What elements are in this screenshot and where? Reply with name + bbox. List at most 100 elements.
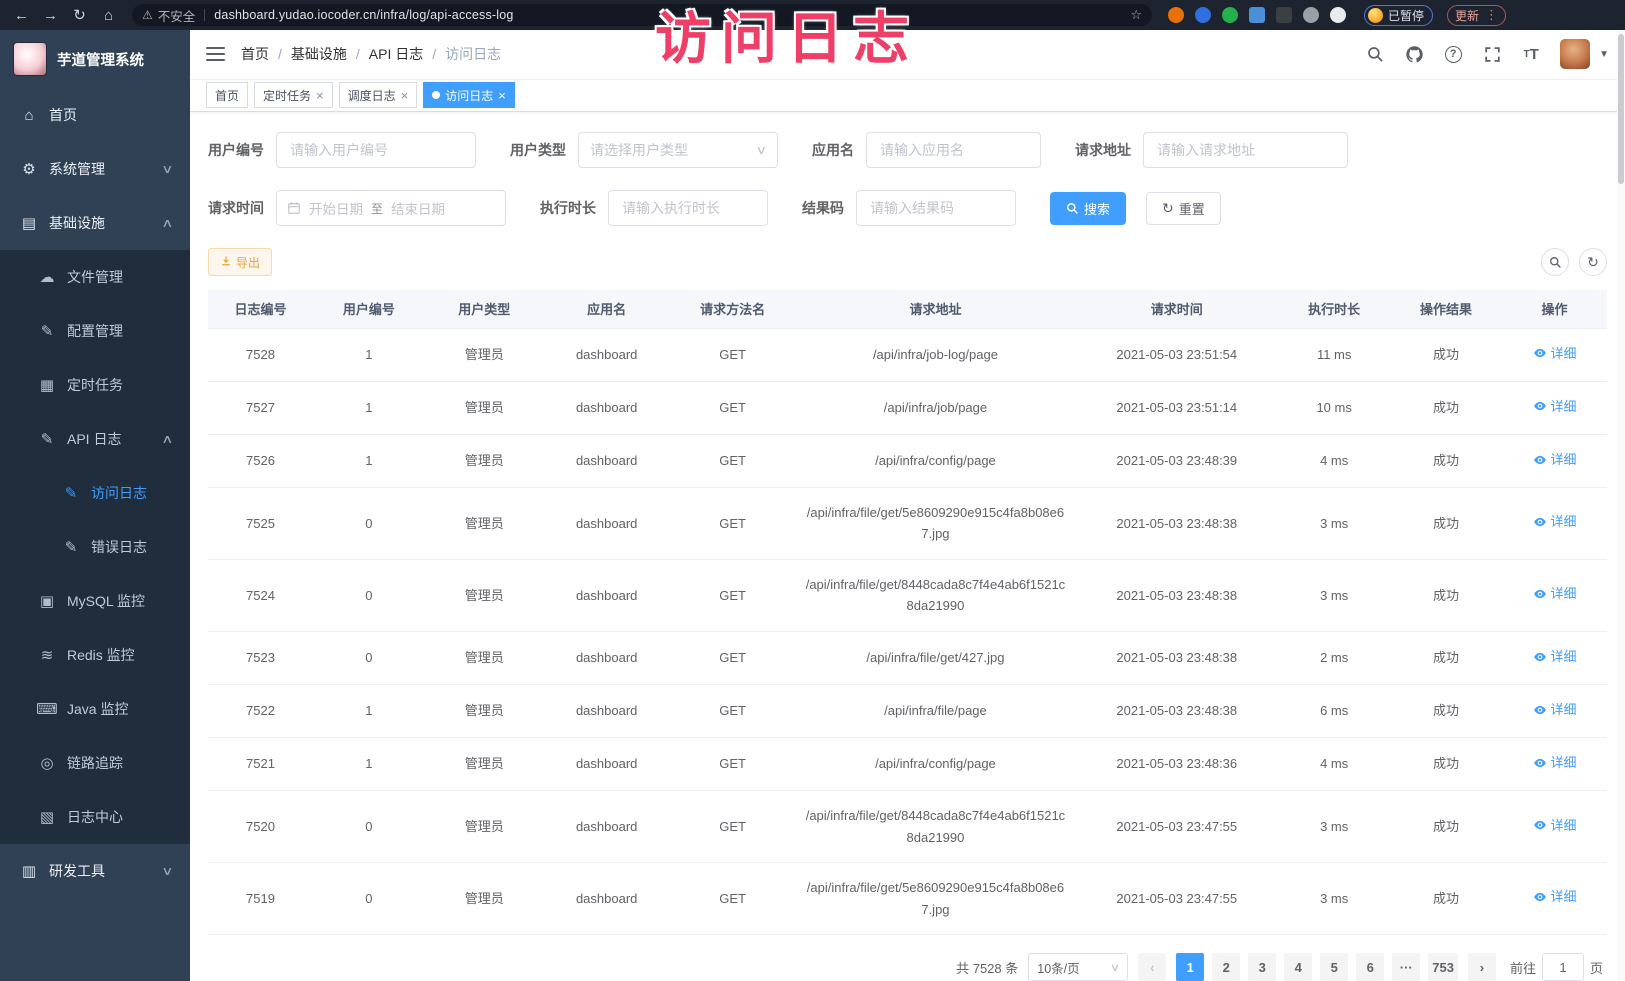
sidebar-item-trace[interactable]: ◎链路追踪 <box>0 736 190 790</box>
user-type-select[interactable]: 请选择用户类型 ∨ <box>578 132 778 168</box>
tag-job-log[interactable]: 调度日志× <box>339 82 418 108</box>
address-bar[interactable]: ⚠ 不安全 dashboard.yudao.iocoder.cn/infra/l… <box>132 4 1152 26</box>
close-icon[interactable]: × <box>498 89 506 102</box>
sidebar-item-file[interactable]: ☁文件管理 <box>0 250 190 304</box>
detail-link[interactable]: 详细 <box>1533 815 1577 836</box>
sidebar-item-java[interactable]: ⌨Java 监控 <box>0 682 190 736</box>
cell-user-type: 管理员 <box>425 684 544 737</box>
detail-link[interactable]: 详细 <box>1533 583 1577 604</box>
tag-job[interactable]: 定时任务× <box>254 82 333 108</box>
detail-link[interactable]: 详细 <box>1533 396 1577 417</box>
page-button-3[interactable]: 3 <box>1248 953 1276 981</box>
page-button-1[interactable]: 1 <box>1176 953 1204 981</box>
reset-button[interactable]: ↻ 重置 <box>1146 192 1221 225</box>
page-ellipsis[interactable]: ··· <box>1392 953 1420 981</box>
github-icon[interactable] <box>1404 44 1424 64</box>
orange-extension-icon[interactable] <box>1168 7 1184 23</box>
cell-log-id: 7521 <box>208 738 313 791</box>
cell-method: GET <box>670 381 796 434</box>
app-name-input[interactable] <box>866 132 1041 168</box>
detail-link[interactable]: 详细 <box>1533 886 1577 907</box>
back-icon[interactable]: ← <box>8 7 35 24</box>
breadcrumb-api-log[interactable]: API 日志 <box>369 44 423 64</box>
export-button[interactable]: 导出 <box>208 248 272 276</box>
page-button-753[interactable]: 753 <box>1428 953 1458 981</box>
breadcrumb-infra[interactable]: 基础设施 <box>291 44 347 64</box>
detail-link[interactable]: 详细 <box>1533 699 1577 720</box>
blue-grid-extension-icon[interactable] <box>1249 7 1265 23</box>
detail-link[interactable]: 详细 <box>1533 343 1577 364</box>
sidebar-item-log-center[interactable]: ▧日志中心 <box>0 790 190 844</box>
sidebar-item-mysql[interactable]: ▣MySQL 监控 <box>0 574 190 628</box>
tag-access-log[interactable]: 访问日志× <box>423 82 515 108</box>
sidebar-item-dev-tools[interactable]: ▥研发工具∨ <box>0 844 190 898</box>
sidebar-item-job[interactable]: ▦定时任务 <box>0 358 190 412</box>
forward-icon[interactable]: → <box>37 7 64 24</box>
sidebar-item-error-log[interactable]: ✎错误日志 <box>0 520 190 574</box>
help-icon[interactable]: ? <box>1443 44 1463 64</box>
result-code-input[interactable] <box>856 190 1016 226</box>
sidebar-item-redis[interactable]: ≋Redis 监控 <box>0 628 190 682</box>
close-icon[interactable]: × <box>316 89 324 102</box>
page-button-6[interactable]: 6 <box>1356 953 1384 981</box>
next-page-button[interactable]: › <box>1468 953 1496 981</box>
page-button-4[interactable]: 4 <box>1284 953 1312 981</box>
detail-link[interactable]: 详细 <box>1533 449 1577 470</box>
cell-duration: 10 ms <box>1278 381 1390 434</box>
request-time-range-picker[interactable]: 开始日期 至 结束日期 <box>276 190 506 226</box>
row-actions: 详细 <box>1502 738 1607 791</box>
tag-home[interactable]: 首页 <box>206 82 248 108</box>
browser-update-button[interactable]: 更新 ⋮ <box>1447 5 1506 26</box>
green-circle-extension-icon[interactable] <box>1222 7 1238 23</box>
cell-user-type: 管理员 <box>425 328 544 381</box>
blue-shield-extension-icon[interactable] <box>1195 7 1211 23</box>
user-avatar[interactable] <box>1560 39 1590 69</box>
sidebar-item-access-log[interactable]: ✎访问日志 <box>0 466 190 520</box>
search-button[interactable]: 搜索 <box>1050 192 1126 225</box>
browser-home-icon[interactable]: ⌂ <box>95 7 122 24</box>
duration-input[interactable] <box>608 190 768 226</box>
sidebar-item-label: MySQL 监控 <box>67 591 145 611</box>
cell-app-name: dashboard <box>544 559 670 631</box>
gray-person-extension-icon[interactable] <box>1303 7 1319 23</box>
prev-page-button[interactable]: ‹ <box>1138 953 1166 981</box>
puzzle-extension-icon[interactable] <box>1330 7 1346 23</box>
row-actions: 详细 <box>1502 488 1607 560</box>
close-icon[interactable]: × <box>401 89 409 102</box>
update-label: 更新 <box>1455 7 1479 24</box>
sidebar-item-api-log[interactable]: ✎API 日志∧ <box>0 412 190 466</box>
user-menu-caret-icon[interactable]: ▼ <box>1599 49 1609 60</box>
detail-link[interactable]: 详细 <box>1533 646 1577 667</box>
search-icon[interactable] <box>1365 44 1385 64</box>
app-logo[interactable]: 芋道管理系统 <box>0 30 190 88</box>
sidebar-item-home[interactable]: ⌂首页 <box>0 88 190 142</box>
reload-icon[interactable]: ↻ <box>66 6 93 24</box>
goto-page-input[interactable] <box>1542 953 1584 981</box>
font-size-icon[interactable]: TT <box>1521 44 1541 64</box>
page-size-select[interactable]: 10条/页 ∨ <box>1028 953 1128 981</box>
fullscreen-icon[interactable] <box>1482 44 1502 64</box>
scrollbar-thumb[interactable] <box>1618 34 1624 184</box>
bookmark-star-icon[interactable]: ☆ <box>1130 7 1142 23</box>
user-id-input[interactable] <box>276 132 476 168</box>
search-toggle-button[interactable] <box>1541 248 1569 276</box>
breadcrumb-home[interactable]: 首页 <box>241 44 269 64</box>
page-button-2[interactable]: 2 <box>1212 953 1240 981</box>
detail-link[interactable]: 详细 <box>1533 752 1577 773</box>
profile-paused-badge[interactable]: 已暂停 <box>1364 5 1433 26</box>
browser-menu-icon[interactable]: ⋮ <box>1485 7 1498 23</box>
sidebar-item-infra[interactable]: ▤基础设施∧ <box>0 196 190 250</box>
dark-grid-extension-icon[interactable] <box>1276 7 1292 23</box>
sidebar-item-config[interactable]: ✎配置管理 <box>0 304 190 358</box>
request-url-input[interactable] <box>1143 132 1348 168</box>
row-actions: 详细 <box>1502 434 1607 487</box>
detail-link[interactable]: 详细 <box>1533 511 1577 532</box>
cell-duration: 2 ms <box>1278 631 1390 684</box>
hamburger-icon[interactable] <box>206 47 225 61</box>
scrollbar[interactable] <box>1617 30 1625 981</box>
cell-result: 成功 <box>1390 381 1502 434</box>
divider <box>204 9 205 21</box>
page-button-5[interactable]: 5 <box>1320 953 1348 981</box>
sidebar-item-system[interactable]: ⚙系统管理∨ <box>0 142 190 196</box>
refresh-table-button[interactable]: ↻ <box>1579 248 1607 276</box>
